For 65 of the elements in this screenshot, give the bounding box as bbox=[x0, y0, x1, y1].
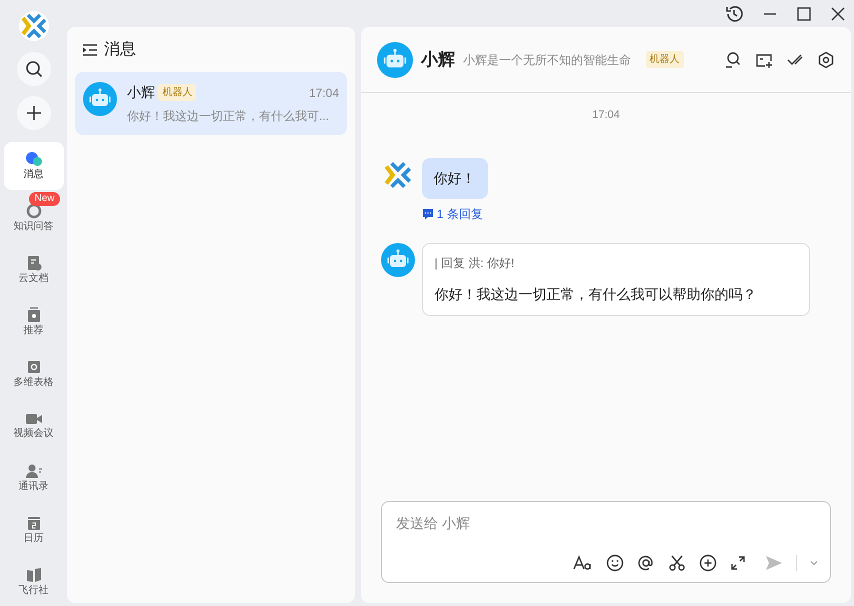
history-icon[interactable] bbox=[724, 4, 744, 24]
calendar-icon bbox=[26, 514, 42, 530]
send-icon bbox=[765, 555, 783, 571]
send-options-button[interactable] bbox=[810, 560, 818, 566]
message-bubble: 你好！ bbox=[422, 158, 488, 198]
plus-icon bbox=[24, 104, 42, 122]
robot-avatar bbox=[83, 82, 117, 116]
star-card-icon bbox=[26, 306, 42, 322]
nav-item[interactable]: 云文档 bbox=[4, 246, 64, 294]
message-preview: 你好！我这边一切正常，有什么我可... bbox=[127, 108, 330, 124]
new-badge: New bbox=[29, 192, 60, 206]
contact-name: 小辉 bbox=[127, 83, 155, 102]
text-format-button[interactable] bbox=[572, 554, 592, 572]
nav-item[interactable]: 多维表格 bbox=[4, 350, 64, 398]
person-icon bbox=[24, 462, 42, 478]
expand-button[interactable] bbox=[730, 555, 746, 571]
add-button[interactable] bbox=[16, 96, 50, 130]
search-button[interactable] bbox=[16, 52, 50, 86]
ring-icon bbox=[26, 202, 42, 218]
quoted-reply: | 回复 洪: 你好! bbox=[434, 254, 516, 272]
message-input[interactable]: 发送给 小辉 bbox=[394, 512, 818, 535]
nav-item[interactable]: 日历 bbox=[4, 506, 64, 554]
close-icon[interactable] bbox=[830, 6, 846, 22]
reply-count-link[interactable]: 1 条回复 bbox=[422, 205, 483, 223]
caret-icon bbox=[810, 560, 818, 566]
panel-title: 消息 bbox=[104, 40, 136, 60]
settings-icon[interactable] bbox=[817, 50, 835, 68]
video-camera-icon bbox=[24, 412, 42, 426]
comment-icon bbox=[422, 208, 434, 220]
emoji-button[interactable] bbox=[606, 554, 624, 572]
maximize-icon[interactable] bbox=[796, 6, 812, 22]
nav-item[interactable]: 飞行社 bbox=[4, 558, 64, 606]
plus-circle-icon bbox=[698, 554, 716, 572]
chat-bubbles-icon bbox=[24, 150, 42, 166]
chat-description: 小辉是一个无所不知的智能生命 bbox=[463, 52, 631, 68]
chat-title: 小辉 bbox=[421, 48, 455, 71]
nav-item[interactable]: New 知识问答 bbox=[4, 194, 64, 242]
bot-tag: 机器人 bbox=[646, 51, 684, 68]
bot-tag: 机器人 bbox=[158, 84, 196, 102]
nav-item[interactable]: 通讯录 bbox=[4, 454, 64, 502]
nav-item[interactable]: 视频会议 bbox=[4, 402, 64, 450]
chat-timestamp: 17:04 bbox=[592, 108, 620, 123]
nav-item[interactable]: 消息 bbox=[4, 142, 64, 190]
search-icon[interactable] bbox=[724, 50, 742, 68]
smiley-icon bbox=[606, 554, 624, 572]
robot-avatar bbox=[377, 42, 413, 78]
message-composer[interactable]: 发送给 小辉 bbox=[381, 501, 831, 583]
grid-table-icon bbox=[26, 358, 42, 374]
sidebar-toggle-icon[interactable] bbox=[82, 43, 98, 58]
book-icon bbox=[26, 566, 42, 582]
robot-avatar bbox=[381, 242, 415, 276]
message-text: 你好！我这边一切正常，有什么我可以帮助你的吗？ bbox=[434, 284, 758, 304]
screenshot-button[interactable] bbox=[668, 554, 686, 572]
scissors-icon bbox=[668, 554, 686, 572]
search-icon bbox=[24, 60, 42, 78]
text-format-icon bbox=[572, 554, 592, 572]
document-icon bbox=[26, 254, 42, 270]
conversation-item[interactable]: 小辉 机器人 17:04 你好！我这边一切正常，有什么我可... bbox=[75, 72, 347, 134]
message-time: 17:04 bbox=[308, 84, 339, 102]
mention-button[interactable] bbox=[636, 554, 654, 572]
at-sign-icon bbox=[636, 554, 654, 572]
expand-icon bbox=[730, 555, 746, 571]
app-logo bbox=[18, 10, 50, 42]
nav-item[interactable]: 推荐 bbox=[4, 298, 64, 346]
add-attachment-button[interactable] bbox=[698, 554, 716, 572]
